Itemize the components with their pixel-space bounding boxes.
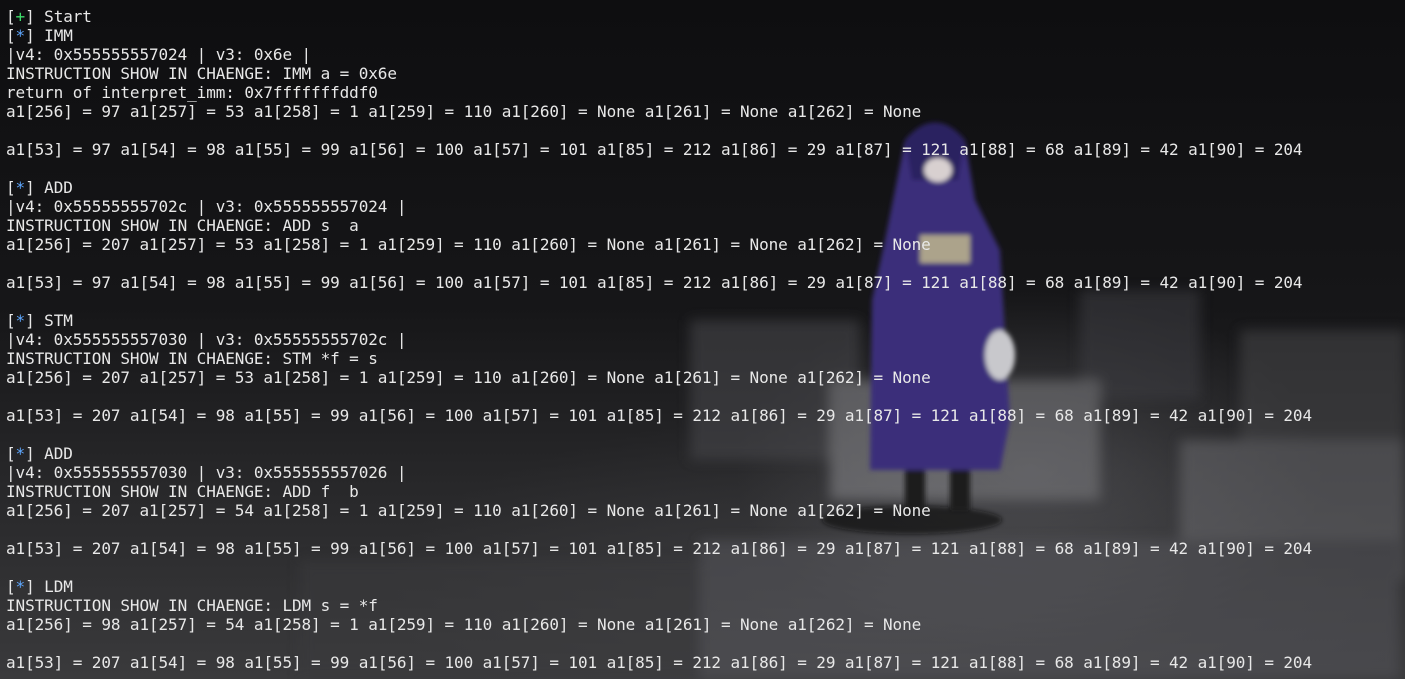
bracket-open: [	[6, 311, 16, 330]
bracket-open: [	[6, 577, 16, 596]
output-line: a1[256] = 207 a1[257] = 53 a1[258] = 1 a…	[6, 368, 931, 387]
output-line: a1[53] = 97 a1[54] = 98 a1[55] = 99 a1[5…	[6, 140, 1303, 159]
bracket-close: ]	[25, 444, 45, 463]
section-label: ADD	[44, 178, 73, 197]
star-marker-icon: *	[15, 444, 26, 463]
output-line: INSTRUCTION SHOW IN CHAENGE: IMM a = 0x6…	[6, 64, 397, 83]
output-line: a1[53] = 97 a1[54] = 98 a1[55] = 99 a1[5…	[6, 273, 1303, 292]
star-marker-icon: *	[15, 26, 26, 45]
bracket-close: ]	[25, 311, 45, 330]
section-label: LDM	[44, 577, 73, 596]
output-line: a1[256] = 98 a1[257] = 54 a1[258] = 1 a1…	[6, 615, 922, 634]
bracket-close: ]	[25, 7, 45, 26]
output-line: |v4: 0x55555555702c | v3: 0x555555557024…	[6, 197, 407, 216]
bracket-close: ]	[25, 26, 45, 45]
output-line: INSTRUCTION SHOW IN CHAENGE: STM *f = s	[6, 349, 378, 368]
output-line: |v4: 0x555555557024 | v3: 0x6e |	[6, 45, 312, 64]
output-line: return of interpret_imm: 0x7fffffffddf0	[6, 83, 378, 102]
section-header-line: [*] IMM	[6, 26, 1405, 45]
section-label: ADD	[44, 444, 73, 463]
section-label: IMM	[44, 26, 73, 45]
bracket-open: [	[6, 7, 16, 26]
section-header-line: [+] Start	[6, 7, 1405, 26]
star-marker-icon: *	[15, 178, 26, 197]
plus-marker-icon: +	[15, 7, 26, 26]
bracket-close: ]	[25, 577, 45, 596]
bracket-open: [	[6, 444, 16, 463]
terminal-output[interactable]: [+] Start [*] IMM |v4: 0x555555557024 | v3…	[6, 7, 1405, 672]
output-line: a1[53] = 207 a1[54] = 98 a1[55] = 99 a1[…	[6, 539, 1312, 558]
output-line: a1[53] = 207 a1[54] = 98 a1[55] = 99 a1[…	[6, 406, 1312, 425]
output-line: INSTRUCTION SHOW IN CHAENGE: ADD s a	[6, 216, 359, 235]
bracket-close: ]	[25, 178, 45, 197]
output-line: |v4: 0x555555557030 | v3: 0x55555555702c…	[6, 330, 407, 349]
output-line: a1[53] = 207 a1[54] = 98 a1[55] = 99 a1[…	[6, 653, 1312, 672]
section-label: STM	[44, 311, 73, 330]
star-marker-icon: *	[15, 311, 26, 330]
bracket-open: [	[6, 26, 16, 45]
star-marker-icon: *	[15, 577, 26, 596]
section-header-line: [*] ADD	[6, 444, 1405, 463]
section-label: Start	[44, 7, 92, 26]
section-header-line: [*] STM	[6, 311, 1405, 330]
terminal-window[interactable]: [+] Start [*] IMM |v4: 0x555555557024 | v3…	[0, 0, 1405, 679]
output-line: |v4: 0x555555557030 | v3: 0x555555557026…	[6, 463, 407, 482]
output-line: a1[256] = 207 a1[257] = 54 a1[258] = 1 a…	[6, 501, 931, 520]
output-line: INSTRUCTION SHOW IN CHAENGE: ADD f b	[6, 482, 359, 501]
output-line: a1[256] = 97 a1[257] = 53 a1[258] = 1 a1…	[6, 102, 922, 121]
section-header-line: [*] ADD	[6, 178, 1405, 197]
bracket-open: [	[6, 178, 16, 197]
section-header-line: [*] LDM	[6, 577, 1405, 596]
output-line: INSTRUCTION SHOW IN CHAENGE: LDM s = *f	[6, 596, 378, 615]
output-line: a1[256] = 207 a1[257] = 53 a1[258] = 1 a…	[6, 235, 931, 254]
